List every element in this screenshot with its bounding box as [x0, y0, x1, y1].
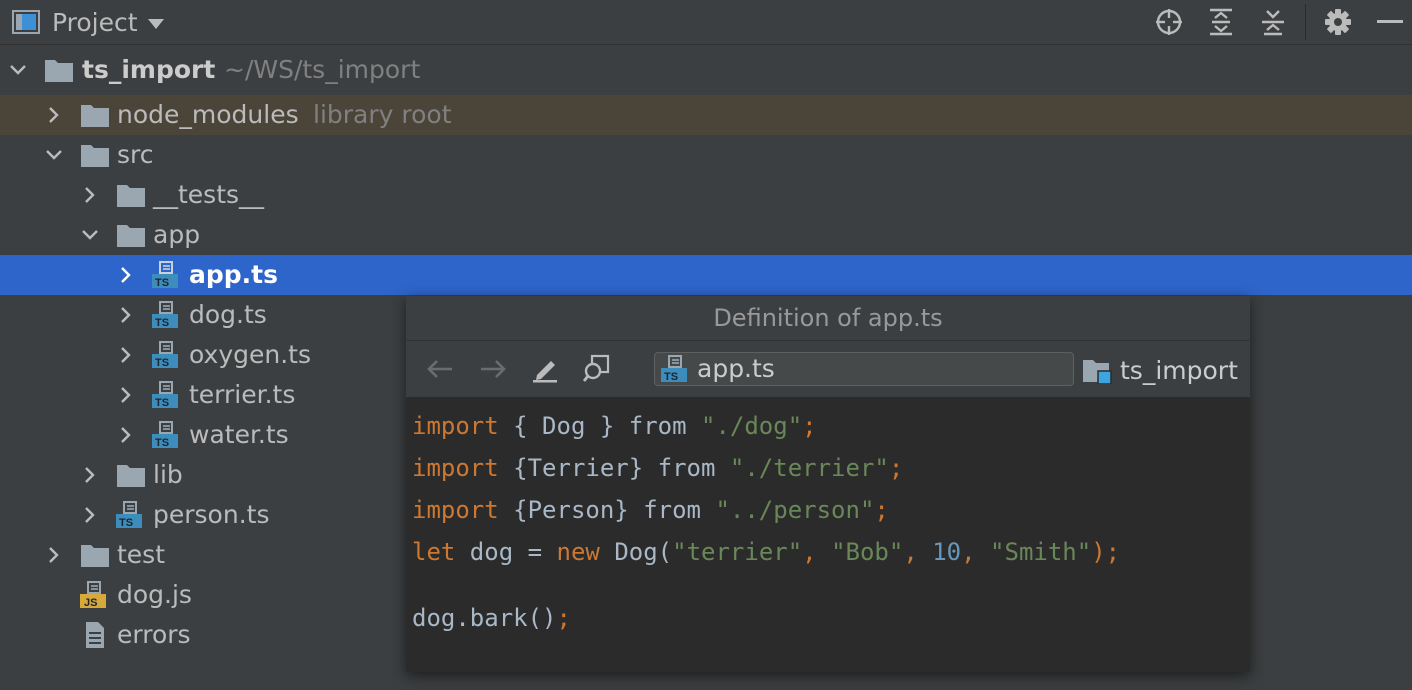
chevron-right-icon[interactable] — [117, 346, 135, 364]
svg-text:TS: TS — [155, 357, 169, 369]
tree-item-label: water.ts — [189, 420, 289, 449]
quick-definition-popup: Definition of app.ts TS app.ts ts_import… — [406, 296, 1250, 672]
chevron-right-icon[interactable] — [117, 426, 135, 444]
popup-toolbar: TS app.ts ts_import — [406, 341, 1250, 398]
chevron-down-icon[interactable] — [81, 226, 99, 244]
toolbar-separator — [1305, 4, 1306, 40]
typescript-file-icon: TS — [152, 381, 178, 409]
project-view-selector[interactable]: Project — [12, 6, 164, 38]
svg-text:TS: TS — [664, 371, 678, 383]
svg-text:TS: TS — [155, 437, 169, 449]
chevron-right-icon[interactable] — [117, 266, 135, 284]
gear-icon[interactable] — [1322, 6, 1354, 38]
folder-icon — [81, 545, 109, 567]
chevron-right-icon[interactable] — [117, 306, 135, 324]
module-name: ts_import — [1120, 355, 1238, 385]
code-line: import {Terrier} from "./terrier"; — [412, 454, 904, 482]
chevron-right-icon[interactable] — [81, 506, 99, 524]
chevron-right-icon[interactable] — [45, 106, 63, 124]
svg-text:TS: TS — [155, 317, 169, 329]
tree-row-tests[interactable]: __tests__ — [0, 175, 1412, 215]
typescript-file-icon: TS — [116, 501, 142, 529]
chevron-right-icon[interactable] — [81, 466, 99, 484]
tree-row-src[interactable]: src — [0, 135, 1412, 175]
javascript-file-icon: JS — [80, 581, 106, 609]
code-preview[interactable]: import { Dog } from "./dog"; import {Ter… — [406, 398, 1250, 672]
edit-source-icon[interactable] — [529, 353, 561, 385]
tree-row-root[interactable]: ts_import ~/WS/ts_import — [0, 50, 1412, 90]
folder-icon — [117, 225, 145, 247]
tree-row-node-modules[interactable]: node_modules library root — [0, 95, 1412, 135]
code-line: import {Person} from "../person"; — [412, 496, 889, 524]
tree-item-label: node_modules — [117, 100, 299, 129]
typescript-file-icon: TS — [152, 421, 178, 449]
forward-arrow-icon[interactable] — [477, 353, 509, 385]
locate-icon[interactable] — [1153, 6, 1185, 38]
svg-text:TS: TS — [155, 277, 169, 289]
text-file-icon — [86, 622, 104, 648]
minimize-icon[interactable] — [1374, 6, 1406, 38]
folder-icon — [117, 465, 145, 487]
popup-title: Definition of app.ts — [713, 304, 943, 332]
tree-item-label: person.ts — [153, 500, 270, 529]
typescript-file-icon: TS — [152, 341, 178, 369]
folder-icon — [81, 145, 109, 167]
collapse-all-icon[interactable] — [1257, 6, 1289, 38]
show-in-find-usages-icon[interactable] — [581, 353, 613, 385]
chevron-right-icon[interactable] — [117, 386, 135, 404]
popup-header[interactable]: Definition of app.ts — [406, 296, 1250, 341]
code-line: let dog = new Dog("terrier", "Bob", 10, … — [412, 538, 1121, 566]
tree-item-label: terrier.ts — [189, 380, 296, 409]
tree-item-label: app — [153, 220, 201, 249]
chevron-down-icon[interactable] — [9, 61, 27, 79]
library-root-hint: library root — [313, 100, 452, 129]
chevron-down-icon — [147, 18, 164, 29]
tree-item-label: oxygen.ts — [189, 340, 311, 369]
tree-item-label: test — [117, 540, 166, 569]
project-tool-window-header: Project — [0, 0, 1412, 45]
folder-icon — [81, 105, 109, 127]
folder-icon — [117, 185, 145, 207]
tree-item-label: errors — [117, 620, 191, 649]
tree-root-path: ~/WS/ts_import — [224, 55, 421, 84]
chevron-right-icon[interactable] — [45, 546, 63, 564]
tree-item-label: __tests__ — [153, 180, 265, 209]
project-window-icon — [12, 10, 40, 34]
svg-text:TS: TS — [119, 517, 133, 529]
tree-item-label: dog.js — [117, 580, 192, 609]
tree-item-label: src — [117, 140, 154, 169]
expand-all-icon[interactable] — [1205, 6, 1237, 38]
module-breadcrumb[interactable]: ts_import — [1082, 353, 1238, 387]
file-name: app.ts — [697, 354, 775, 383]
tree-row-app-folder[interactable]: app — [0, 215, 1412, 255]
tree-item-label: dog.ts — [189, 300, 267, 329]
tree-item-label: lib — [153, 460, 183, 489]
typescript-file-icon: TS — [152, 261, 178, 289]
file-path-field[interactable]: TS app.ts — [654, 352, 1074, 386]
code-line: import { Dog } from "./dog"; — [412, 412, 817, 440]
code-line: dog.bark(); — [412, 604, 571, 632]
typescript-file-icon: TS — [661, 355, 687, 383]
tree-root-label: ts_import — [82, 55, 216, 84]
back-arrow-icon[interactable] — [424, 353, 456, 385]
chevron-right-icon[interactable] — [81, 186, 99, 204]
tool-window-title: Project — [52, 7, 138, 37]
folder-icon — [45, 60, 73, 82]
svg-text:TS: TS — [155, 397, 169, 409]
tree-item-label: app.ts — [189, 260, 278, 289]
tree-row-app-ts[interactable]: TS app.ts — [0, 255, 1412, 295]
typescript-file-icon: TS — [152, 301, 178, 329]
module-folder-icon — [1083, 360, 1112, 384]
chevron-down-icon[interactable] — [45, 146, 63, 164]
svg-text:JS: JS — [84, 597, 97, 609]
